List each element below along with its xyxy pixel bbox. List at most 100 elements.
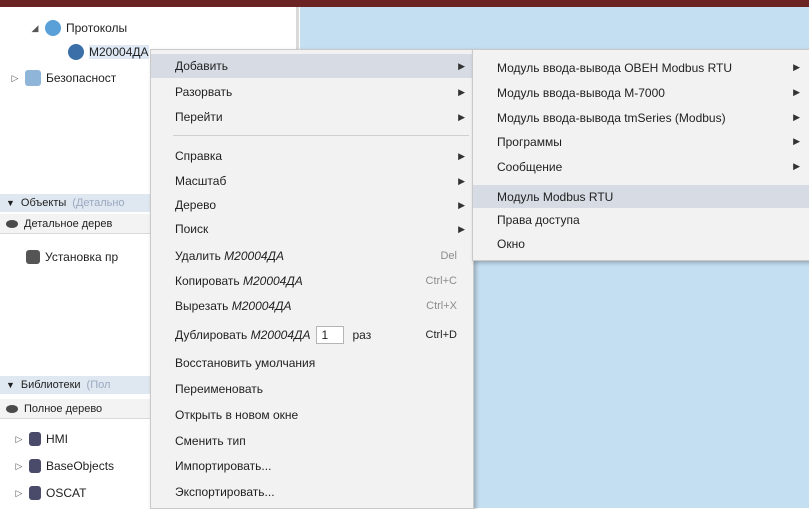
submenu-item-access-rights[interactable]: Права доступа [473, 208, 809, 231]
menu-item-label: Разорвать [175, 85, 233, 99]
tree-node-label: Установка пр [45, 250, 119, 264]
tree-node-label: Протоколы [66, 21, 128, 35]
menu-item-search[interactable]: Поиск ▶ [151, 217, 473, 241]
menu-item-import[interactable]: Импортировать... [151, 454, 473, 478]
panel-title: Объекты [20, 197, 67, 209]
tree-node-security[interactable]: ▷ Безопасност [10, 70, 116, 86]
tree-node-installation[interactable]: Установка пр [26, 250, 118, 264]
submenu-item-message[interactable]: Сообщение ▶ [473, 155, 809, 178]
view-label: Детальное дерев [24, 217, 113, 230]
expand-arrow-icon[interactable]: ▷ [14, 461, 24, 472]
menu-item-scale[interactable]: Масштаб ▶ [151, 169, 473, 193]
submenu-item-m7000[interactable]: Модуль ввода-вывода М-7000 ▶ [473, 81, 809, 104]
menu-item-export[interactable]: Экспортировать... [151, 480, 473, 504]
menu-item-help[interactable]: Справка ▶ [151, 144, 473, 168]
submenu-arrow-icon: ▶ [793, 87, 800, 97]
panel-title-suffix: (Пол [86, 379, 111, 391]
menu-item-tree[interactable]: Дерево ▶ [151, 193, 473, 217]
submenu-item-window[interactable]: Окно [473, 232, 809, 255]
library-item-label: OSCAT [46, 486, 87, 500]
submenu-item-label: Модуль ввода-вывода М-7000 [497, 85, 665, 100]
eye-icon [6, 404, 18, 413]
submenu-arrow-icon: ▶ [458, 60, 465, 71]
menu-item-cut[interactable]: Вырезать М20004ДА Ctrl+X [151, 294, 473, 318]
menu-item-label: Копировать [175, 274, 240, 288]
menu-item-unlink[interactable]: Разорвать ▶ [151, 80, 473, 104]
submenu-item-tmseries[interactable]: Модуль ввода-вывода tmSeries (Modbus) ▶ [473, 106, 809, 129]
menu-item-label: Дублировать [175, 328, 248, 342]
add-submenu: Модуль ввода-вывода ОВЕН Modbus RTU ▶ Мо… [472, 49, 809, 261]
menu-item-label: Вырезать [175, 299, 229, 313]
expand-arrow-icon[interactable]: ▷ [14, 488, 24, 499]
submenu-arrow-icon: ▶ [793, 136, 800, 146]
submenu-arrow-icon: ▶ [458, 150, 465, 161]
panel-title-suffix: (Детально [72, 197, 125, 209]
library-item[interactable]: ▷ BaseObjects [14, 459, 114, 473]
eye-icon [6, 219, 18, 228]
menu-item-label: Поиск [175, 222, 209, 236]
submenu-arrow-icon: ▶ [458, 175, 465, 186]
submenu-item-label: Модуль Modbus RTU [497, 189, 614, 204]
menu-separator [173, 135, 469, 136]
context-menu: Добавить ▶ Разорвать ▶ Перейти ▶ Справка… [150, 49, 474, 509]
device-gear-icon [68, 44, 84, 60]
submenu-arrow-icon: ▶ [793, 62, 800, 72]
submenu-item-modbus-rtu[interactable]: Модуль Modbus RTU [473, 185, 809, 208]
menu-item-label: Переименовать [175, 382, 263, 396]
menu-item-rename[interactable]: Переименовать [151, 377, 473, 401]
menu-item-label: Восстановить умолчания [175, 356, 316, 370]
library-item-label: BaseObjects [46, 459, 115, 473]
expand-arrow-icon[interactable]: ▷ [14, 434, 24, 445]
menu-item-label: Сменить тип [175, 434, 246, 448]
library-item[interactable]: ▷ HMI [14, 432, 68, 446]
library-item-label: HMI [46, 432, 68, 446]
tree-node-protocols[interactable]: ◢ Протоколы [30, 20, 127, 36]
submenu-item-oven-modbus[interactable]: Модуль ввода-вывода ОВЕН Modbus RTU ▶ [473, 56, 809, 79]
menu-item-goto[interactable]: Перейти ▶ [151, 105, 473, 129]
submenu-item-label: Модуль ввода-вывода ОВЕН Modbus RTU [497, 60, 733, 75]
menu-item-open-new-window[interactable]: Открыть в новом окне [151, 403, 473, 427]
library-books-icon [29, 486, 41, 500]
menu-item-label: Дерево [175, 198, 217, 212]
menu-item-copy[interactable]: Копировать М20004ДА Ctrl+C [151, 269, 473, 293]
menu-item-add[interactable]: Добавить ▶ [151, 54, 473, 78]
duplicate-count-input[interactable]: 1 [316, 326, 345, 344]
tree-node-label: Безопасност [46, 71, 117, 85]
lock-icon [25, 70, 41, 86]
menu-item-restore-defaults[interactable]: Восстановить умолчания [151, 351, 473, 375]
menu-item-delete[interactable]: Удалить М20004ДА Del [151, 244, 473, 268]
submenu-item-label: Окно [497, 236, 525, 251]
submenu-arrow-icon: ▶ [793, 112, 800, 122]
menu-item-label: Импортировать... [175, 459, 272, 473]
expand-arrow-icon[interactable]: ▷ [10, 73, 20, 84]
submenu-arrow-icon: ▶ [458, 111, 465, 122]
menu-item-object: М20004ДА [242, 274, 303, 288]
menu-item-suffix: раз [352, 328, 372, 342]
panel-title: Библиотеки [20, 379, 81, 391]
shortcut-label: Ctrl+D [425, 329, 457, 341]
library-books-icon [29, 432, 41, 446]
menu-item-label: Открыть в новом окне [175, 408, 299, 422]
window-title-bar [0, 0, 809, 7]
protocols-icon [45, 20, 61, 36]
view-label: Полное дерево [24, 402, 103, 415]
shortcut-label: Ctrl+C [425, 275, 457, 287]
menu-item-change-type[interactable]: Сменить тип [151, 429, 473, 453]
shortcut-label: Del [440, 250, 457, 262]
submenu-item-label: Программы [497, 134, 562, 149]
tree-node-device[interactable]: М20004ДА [68, 44, 149, 60]
menu-item-duplicate[interactable]: Дублировать М20004ДА 1 раз Ctrl+D [151, 323, 473, 347]
menu-item-object: М20004ДА [224, 249, 284, 263]
submenu-item-programs[interactable]: Программы ▶ [473, 130, 809, 153]
submenu-arrow-icon: ▶ [793, 161, 800, 171]
collapse-triangle-icon[interactable]: ▼ [6, 198, 15, 208]
menu-item-label: Перейти [175, 110, 223, 124]
installation-icon [26, 250, 40, 264]
collapse-triangle-icon[interactable]: ▼ [6, 380, 15, 390]
library-books-icon [29, 459, 41, 473]
collapse-arrow-icon[interactable]: ◢ [30, 23, 40, 34]
submenu-arrow-icon: ▶ [458, 86, 465, 97]
menu-item-label: Справка [175, 149, 223, 163]
menu-item-label: Масштаб [175, 174, 227, 188]
library-item[interactable]: ▷ OSCAT [14, 486, 86, 500]
